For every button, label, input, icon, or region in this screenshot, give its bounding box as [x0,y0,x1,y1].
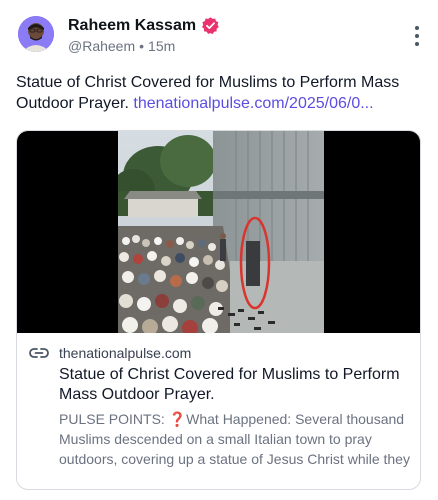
embed-domain: thenationalpulse.com [59,345,192,361]
link-preview-card[interactable]: thenationalpulse.com Statue of Christ Co… [16,130,421,490]
post-timestamp[interactable]: 15m [148,38,175,54]
more-options-icon[interactable] [414,26,420,46]
embed-description: PULSE POINTS: ❓What Happened: Several th… [59,411,410,467]
meta-separator: • [139,38,145,54]
author-avatar[interactable] [18,16,54,52]
link-icon [29,348,49,358]
embed-text: thenationalpulse.com Statue of Christ Co… [29,343,414,469]
author-name[interactable]: Raheem Kassam [68,17,196,35]
embed-media[interactable] [17,131,420,333]
embed-title: Statue of Christ Covered for Muslims to … [59,366,400,403]
embed-photo [118,131,324,333]
post-link[interactable]: thenationalpulse.com/2025/06/0... [133,95,373,112]
crowd-prayer-photo [118,131,324,333]
verified-badge-icon [202,17,219,35]
author-handle[interactable]: @Raheem [68,38,135,54]
avatar-photo-icon [18,16,54,52]
post-body: Statue of Christ Covered for Muslims to … [16,72,424,114]
post-header: Raheem Kassam @Raheem • 15m [18,14,428,62]
